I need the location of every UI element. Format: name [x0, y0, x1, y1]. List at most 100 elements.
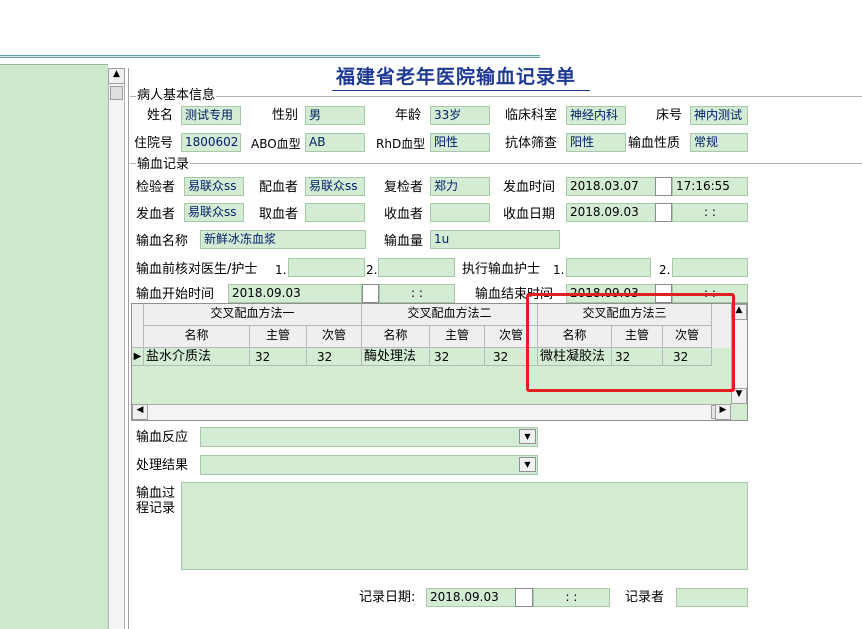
sex-label: 性别 — [272, 108, 299, 123]
record-time-field[interactable]: : : — [533, 588, 610, 607]
row-indicator[interactable]: ▶ — [132, 348, 144, 366]
rechecker-field[interactable]: 郑力 — [430, 177, 490, 196]
blood-amount-field[interactable]: 1u — [430, 230, 560, 249]
process-record-textarea[interactable] — [181, 482, 748, 570]
admission-label: 住院号 — [134, 136, 174, 151]
vertical-scrollbar[interactable] — [108, 68, 125, 629]
blood-amount-label: 输血量 — [384, 234, 424, 249]
taker-label: 取血者 — [259, 207, 299, 222]
inspector-label: 检验者 — [136, 180, 176, 195]
col-main-2: 主管 — [430, 326, 485, 348]
record-date-label: 记录日期: — [359, 590, 416, 605]
group-header-2: 交叉配血方法二 — [362, 304, 538, 326]
matcher-label: 配血者 — [259, 180, 299, 195]
form-right-border — [128, 68, 129, 629]
scroll-up-button[interactable]: ▲ — [108, 68, 125, 84]
reaction-dropdown-icon[interactable]: ▼ — [519, 429, 536, 444]
exec-nurse-label: 执行输血护士 — [462, 262, 541, 277]
exec-2-field[interactable] — [672, 258, 748, 277]
exec-2-label: 2. — [659, 263, 671, 277]
grid-scroll-right-button[interactable]: ▶ — [715, 404, 731, 420]
abo-label: ABO血型 — [251, 137, 301, 151]
m1-name-cell[interactable]: 盐水介质法 — [144, 348, 250, 366]
title-underline — [332, 90, 590, 91]
scrollbar-thumb[interactable] — [110, 86, 123, 100]
record-date-field[interactable]: 2018.09.03 — [426, 588, 516, 607]
receive-date-field[interactable]: 2018.09.03 — [566, 203, 656, 222]
issue-time-label: 发血时间 — [503, 180, 556, 195]
result-select[interactable] — [200, 455, 538, 475]
col-name-1: 名称 — [144, 326, 250, 348]
patient-section-title: 病人基本信息 — [136, 88, 217, 104]
form-title: 福建省老年医院输血记录单 — [336, 66, 577, 88]
rhd-label: RhD血型 — [376, 137, 426, 151]
exec-1-label: 1. — [553, 263, 565, 277]
reaction-select[interactable] — [200, 427, 538, 447]
issue-date-picker[interactable] — [655, 177, 672, 196]
abo-field[interactable]: AB — [305, 133, 365, 152]
inspector-field[interactable]: 易联众ss — [184, 177, 244, 196]
reaction-label: 输血反应 — [136, 430, 189, 445]
exec-1-field[interactable] — [566, 258, 651, 277]
m1-minor-cell[interactable]: 32 — [307, 348, 362, 366]
highlight-box — [526, 293, 735, 392]
taker-field[interactable] — [305, 203, 365, 222]
issue-date-field[interactable]: 2018.03.07 — [566, 177, 656, 196]
m2-name-cell[interactable]: 酶处理法 — [362, 348, 430, 366]
grid-scroll-left-button[interactable]: ◀ — [132, 404, 148, 420]
recorder-label: 记录者 — [625, 590, 665, 605]
patient-section-line — [130, 96, 862, 97]
top-divider — [0, 55, 540, 58]
process-label-line2: 程记录 — [136, 501, 176, 516]
name-field[interactable]: 测试专用 — [181, 106, 241, 125]
result-dropdown-icon[interactable]: ▼ — [519, 457, 536, 472]
precheck-1-field[interactable] — [288, 258, 365, 277]
rhd-field[interactable]: 阳性 — [430, 133, 490, 152]
precheck-1-label: 1. — [275, 263, 287, 277]
antibody-label: 抗体筛查 — [505, 136, 558, 151]
bed-label: 床号 — [656, 108, 683, 123]
receive-date-label: 收血日期 — [503, 207, 556, 222]
dept-field[interactable]: 神经内科 — [566, 106, 626, 125]
precheck-2-field[interactable] — [378, 258, 455, 277]
group-header-1: 交叉配血方法一 — [144, 304, 362, 326]
bed-field[interactable]: 神内测试 — [690, 106, 748, 125]
result-label: 处理结果 — [136, 458, 189, 473]
m1-main-cell[interactable]: 32 — [250, 348, 307, 366]
admission-field[interactable]: 1800602 — [181, 133, 241, 152]
start-date-field[interactable]: 2018.09.03 — [228, 284, 362, 303]
dept-label: 临床科室 — [505, 108, 558, 123]
left-panel — [0, 64, 108, 629]
record-section-title: 输血记录 — [136, 157, 191, 173]
receive-time-field[interactable]: : : — [672, 203, 748, 222]
issue-time-field[interactable]: 17:16:55 — [672, 177, 748, 196]
precheck-label: 输血前核对医生/护士 — [136, 262, 258, 277]
age-label: 年龄 — [395, 108, 422, 123]
precheck-2-label: 2. — [366, 263, 378, 277]
blood-name-field[interactable]: 新鲜冰冻血浆 — [200, 230, 366, 249]
receiver-label: 收血者 — [384, 207, 424, 222]
sex-field[interactable]: 男 — [305, 106, 365, 125]
matcher-field[interactable]: 易联众ss — [305, 177, 365, 196]
antibody-field[interactable]: 阳性 — [566, 133, 626, 152]
start-time-field[interactable]: : : — [379, 284, 455, 303]
record-section-line — [130, 163, 862, 164]
start-date-picker[interactable] — [362, 284, 379, 303]
rechecker-label: 复检者 — [384, 180, 424, 195]
nature-field[interactable]: 常规 — [690, 133, 748, 152]
col-main-1: 主管 — [250, 326, 307, 348]
grid-corner — [132, 304, 144, 348]
issuer-field[interactable]: 易联众ss — [184, 203, 244, 222]
nature-label: 输血性质 — [628, 136, 681, 151]
name-label: 姓名 — [147, 108, 174, 123]
grid-hscrollbar[interactable] — [132, 404, 731, 420]
record-date-picker[interactable] — [515, 588, 533, 607]
col-minor-1: 次管 — [307, 326, 362, 348]
m2-main-cell[interactable]: 32 — [430, 348, 485, 366]
age-field[interactable]: 33岁 — [430, 106, 490, 125]
receiver-field[interactable] — [430, 203, 490, 222]
receive-date-picker[interactable] — [655, 203, 672, 222]
col-name-2: 名称 — [362, 326, 430, 348]
process-label-line1: 输血过 — [136, 486, 176, 501]
recorder-field[interactable] — [676, 588, 748, 607]
